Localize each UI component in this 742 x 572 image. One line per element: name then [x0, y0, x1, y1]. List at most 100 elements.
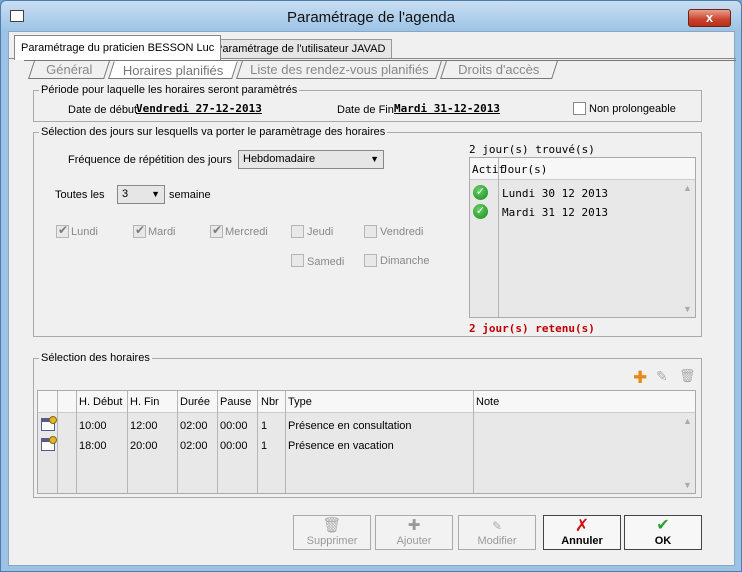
toutes-les-select[interactable]: 3 ▼: [117, 185, 165, 204]
agenda-settings-window: Paramétrage de l'agenda x Paramétrage du…: [0, 0, 742, 572]
check-mark-icon: ✔: [58, 223, 69, 237]
calendar-icon: [41, 416, 57, 431]
row-nbr[interactable]: 1: [261, 420, 267, 432]
row-pause[interactable]: 00:00: [220, 440, 248, 452]
header-pause: Pause: [220, 396, 252, 408]
column-divider: [177, 391, 178, 493]
header-type: Type: [288, 396, 312, 408]
row-debut[interactable]: 18:00: [79, 440, 107, 452]
row-duree[interactable]: 02:00: [180, 440, 208, 452]
title-bar: Paramétrage de l'agenda x: [1, 1, 741, 31]
lundi-label: Lundi: [71, 226, 98, 238]
row-pause[interactable]: 00:00: [220, 420, 248, 432]
periode-legend: Période pour laquelle les horaires seron…: [39, 84, 300, 96]
samedi-checkbox[interactable]: [291, 254, 304, 267]
found-day-item[interactable]: Mardi 31 12 2013: [502, 206, 608, 219]
active-check-icon[interactable]: ✓: [473, 204, 488, 219]
selection-jours-legend: Sélection des jours sur lesquells va por…: [39, 126, 388, 138]
row-type[interactable]: Présence en consultation: [288, 420, 412, 432]
frequence-label: Fréquence de répétition des jours: [68, 154, 232, 166]
jeudi-checkbox[interactable]: [291, 225, 304, 238]
horaires-header-row: H. Début H. Fin Durée Pause Nbr Type Not…: [38, 391, 695, 413]
scroll-up-icon[interactable]: ▲: [683, 416, 692, 426]
tab-horaires-planifies[interactable]: Horaires planifiés: [108, 61, 238, 79]
edit-icon[interactable]: ✎: [656, 368, 668, 385]
vendredi-checkbox[interactable]: [364, 225, 377, 238]
scroll-up-icon[interactable]: ▲: [683, 183, 692, 193]
ok-label: OK: [654, 535, 672, 547]
chevron-down-icon: ▼: [370, 154, 379, 164]
jeudi-label: Jeudi: [307, 226, 334, 238]
date-debut-value[interactable]: Vendredi 27-12-2013: [136, 102, 262, 115]
row-fin[interactable]: 12:00: [130, 420, 158, 432]
plus-icon: ✚: [407, 517, 421, 534]
date-fin-value[interactable]: Mardi 31-12-2013: [394, 102, 500, 115]
header-note: Note: [476, 396, 500, 408]
column-divider: [257, 391, 258, 493]
tab-general-label: Général: [46, 62, 93, 77]
scroll-down-icon[interactable]: ▼: [683, 304, 692, 314]
add-icon[interactable]: ✚: [633, 368, 647, 388]
dimanche-label: Dimanche: [380, 255, 430, 267]
row-type[interactable]: Présence en vacation: [288, 440, 394, 452]
found-days-scrollbar[interactable]: ▲ ▼: [679, 180, 695, 317]
horaires-group: Sélection des horaires ✚ ✎ 🗑 H. Début H.…: [33, 352, 702, 498]
frequence-select[interactable]: Hebdomadaire ▼: [238, 150, 384, 169]
toutes-les-value: 3: [122, 188, 129, 200]
supprimer-button[interactable]: 🗑 Supprimer: [293, 515, 371, 550]
dimanche-checkbox[interactable]: [364, 254, 377, 267]
row-fin[interactable]: 20:00: [130, 440, 158, 452]
modifier-button[interactable]: ✎ Modifier: [458, 515, 536, 550]
scroll-down-icon[interactable]: ▼: [683, 480, 692, 490]
found-days-header: Actif Jour(s): [470, 158, 695, 180]
selection-jours-group: Sélection des jours sur lesquells va por…: [33, 126, 702, 337]
column-divider: [76, 391, 77, 493]
mercredi-checkbox[interactable]: ✔: [210, 223, 223, 238]
tab-liste-rdv[interactable]: Liste des rendez-vous planifiés: [236, 61, 442, 79]
tab-general[interactable]: Général: [28, 61, 110, 79]
row-duree[interactable]: 02:00: [180, 420, 208, 432]
toutes-les-label: Toutes les: [55, 189, 105, 201]
ok-button[interactable]: ✔ OK: [624, 515, 702, 550]
row-debut[interactable]: 10:00: [79, 420, 107, 432]
found-days-label: 2 jour(s) trouvé(s): [469, 143, 595, 156]
annuler-button[interactable]: ✗ Annuler: [543, 515, 621, 550]
found-days-list[interactable]: Actif Jour(s) ✓ Lundi 30 12 2013 ✓ Mardi…: [469, 157, 696, 318]
header-debut: H. Début: [79, 396, 123, 408]
samedi-label: Samedi: [307, 256, 345, 268]
column-divider: [498, 158, 499, 317]
mardi-label: Mardi: [148, 226, 176, 238]
annuler-label: Annuler: [561, 535, 603, 547]
horaires-table[interactable]: H. Début H. Fin Durée Pause Nbr Type Not…: [37, 390, 696, 494]
jours-header: Jour(s): [501, 163, 548, 176]
row-nbr[interactable]: 1: [261, 440, 267, 452]
found-day-item[interactable]: Lundi 30 12 2013: [502, 187, 608, 200]
column-divider: [57, 391, 58, 493]
close-button[interactable]: x: [688, 9, 731, 27]
mercredi-label: Mercredi: [225, 226, 268, 238]
calendar-icon: [41, 436, 57, 451]
check-mark-icon: ✔: [212, 223, 223, 237]
horaires-legend: Sélection des horaires: [39, 352, 152, 364]
delete-icon[interactable]: 🗑: [679, 368, 696, 384]
frequence-value: Hebdomadaire: [243, 153, 316, 165]
column-divider: [285, 391, 286, 493]
trash-icon: 🗑: [322, 517, 342, 534]
ajouter-button[interactable]: ✚ Ajouter: [375, 515, 453, 550]
cancel-x-icon: ✗: [574, 516, 590, 535]
semaine-label: semaine: [169, 189, 211, 201]
non-prolongeable-checkbox[interactable]: [573, 102, 586, 115]
tab-utilisateur[interactable]: Paramétrage de l'utilisateur JAVAD: [208, 39, 393, 59]
supprimer-label: Supprimer: [306, 535, 358, 547]
lundi-checkbox[interactable]: ✔: [56, 223, 69, 238]
mardi-checkbox[interactable]: ✔: [133, 223, 146, 238]
horaires-scrollbar[interactable]: ▲ ▼: [679, 413, 695, 493]
tab-droits-acces[interactable]: Droits d'accès: [440, 61, 558, 79]
pencil-icon: ✎: [491, 519, 503, 533]
dialog-body: Paramétrage du praticien BESSON Luc Para…: [8, 31, 736, 566]
date-fin-label: Date de Fin: [337, 104, 394, 116]
active-check-icon[interactable]: ✓: [473, 185, 488, 200]
vendredi-label: Vendredi: [380, 226, 424, 238]
tab-praticien[interactable]: Paramétrage du praticien BESSON Luc: [14, 35, 222, 60]
tab-horaires-label: Horaires planifiés: [122, 63, 224, 78]
